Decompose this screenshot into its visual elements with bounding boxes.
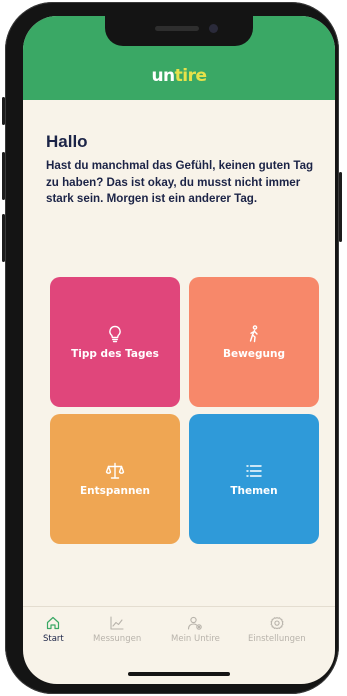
tile-label: Themen — [230, 485, 278, 497]
volume-up-button — [2, 152, 5, 200]
nav-item-messungen[interactable]: Messungen — [93, 615, 141, 644]
nav-label-einstellungen: Einstellungen — [248, 634, 306, 644]
profile-settings-icon — [188, 616, 203, 630]
phone-notch — [105, 16, 253, 46]
logo-part-un: un — [151, 66, 175, 86]
tile-label: Tipp des Tages — [71, 348, 159, 360]
power-button — [339, 172, 342, 242]
home-indicator — [128, 672, 230, 676]
bottom-navigation: Start Messungen Mein Untire Einstellunge… — [23, 606, 335, 653]
list-icon — [246, 465, 262, 477]
mute-switch — [2, 97, 5, 125]
lightbulb-icon — [109, 325, 121, 343]
app-screen: untire Hallo Hast du manchmal das Gefühl… — [23, 16, 335, 684]
tile-entspannen[interactable]: Entspannen — [50, 414, 180, 544]
logo-part-tire: tire — [174, 66, 207, 86]
walking-person-icon — [249, 325, 258, 343]
tile-label: Bewegung — [223, 348, 285, 360]
nav-item-einstellungen[interactable]: Einstellungen — [248, 615, 306, 644]
app-logo: untire — [23, 66, 335, 86]
nav-label-mein-untire: Mein Untire — [171, 634, 220, 644]
front-camera — [209, 24, 218, 33]
nav-label-messungen: Messungen — [93, 634, 142, 644]
tile-tipp-des-tages[interactable]: Tipp des Tages — [50, 277, 180, 407]
phone-frame: untire Hallo Hast du manchmal das Gefühl… — [2, 2, 342, 694]
tile-bewegung[interactable]: Bewegung — [189, 277, 319, 407]
nav-item-start[interactable]: Start — [43, 615, 64, 644]
tile-themen[interactable]: Themen — [189, 414, 319, 544]
tile-label: Entspannen — [79, 485, 151, 497]
gear-icon — [270, 617, 284, 630]
greeting-message: Hast du manchmal das Gefühl, keinen gute… — [46, 159, 314, 205]
greeting-title: Hallo — [46, 132, 88, 151]
nav-item-mein-untire[interactable]: Mein Untire — [171, 615, 220, 644]
volume-down-button — [2, 214, 5, 262]
home-icon — [47, 616, 60, 630]
scales-icon — [105, 462, 125, 479]
speaker-grille — [155, 26, 199, 31]
chart-icon — [110, 616, 124, 630]
nav-label-start: Start — [43, 634, 64, 644]
